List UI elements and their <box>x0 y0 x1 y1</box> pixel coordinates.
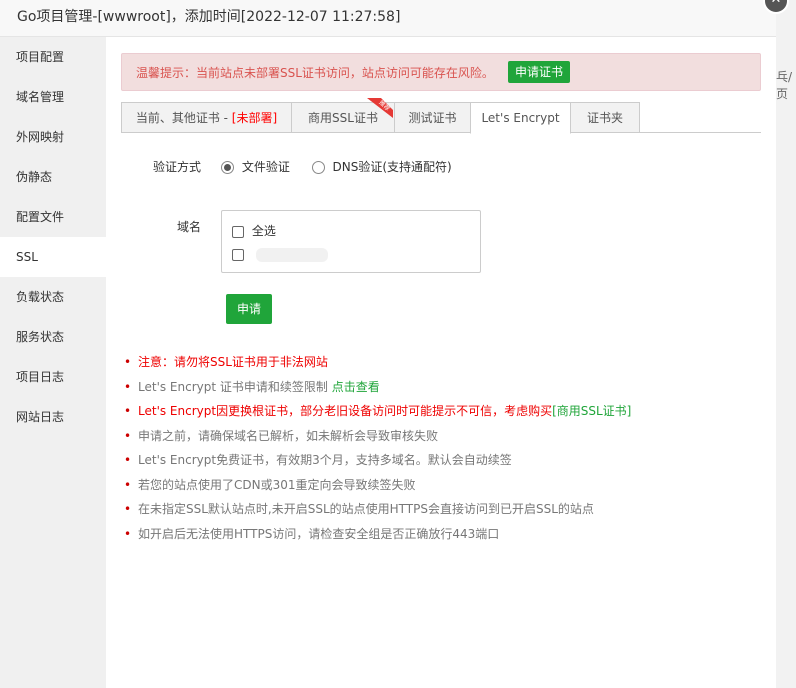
note-text: 在未指定SSL默认站点时,未开启SSL的站点使用HTTPS会直接访问到已开启SS… <box>138 502 594 516</box>
sidebar-item-domains[interactable]: 域名管理 <box>0 77 106 117</box>
dialog-title: Go项目管理-[wwwroot]，添加时间[2022-12-07 11:27:5… <box>0 0 776 37</box>
dns-verify-option[interactable]: DNS验证(支持通配符) <box>311 160 452 174</box>
recommend-badge: 推荐 <box>367 98 393 118</box>
sidebar-item-load-status[interactable]: 负载状态 <box>0 277 106 317</box>
sidebar-item-site-log[interactable]: 网站日志 <box>0 397 106 437</box>
domain-checkbox[interactable] <box>232 248 244 261</box>
sidebar: 项目配置 域名管理 外网映射 伪静态 配置文件 SSL 负载状态 服务状态 项目… <box>0 37 106 688</box>
sidebar-item-port-mapping[interactable]: 外网映射 <box>0 117 106 157</box>
ssl-panel: 温馨提示：当前站点未部署SSL证书访问，站点访问可能存在风险。 申请证书 当前、… <box>106 37 776 688</box>
sidebar-item-service-status[interactable]: 服务状态 <box>0 317 106 357</box>
list-item: 申请之前，请确保域名已解析，如未解析会导致审核失败 <box>124 426 764 451</box>
select-all-label: 全选 <box>251 224 276 238</box>
verify-method-options: 文件验证 DNS验证(支持通配符) <box>221 158 452 175</box>
sidebar-item-project-log[interactable]: 项目日志 <box>0 357 106 397</box>
sidebar-item-rewrite[interactable]: 伪静态 <box>0 157 106 197</box>
notes-list: 注意：请勿将SSL证书用于非法网站 Let's Encrypt 证书申请和续签限… <box>124 352 764 548</box>
commercial-ssl-link[interactable]: [商用SSL证书] <box>552 404 631 418</box>
sidebar-item-project-config[interactable]: 项目配置 <box>0 37 106 77</box>
tab-current-certificate[interactable]: 当前、其他证书 - [未部署] <box>121 102 292 133</box>
background-fragment-text: 乓/页 <box>776 70 793 101</box>
ssl-tabs: 当前、其他证书 - [未部署] 商用SSL证书 推荐 测试证书 Let's En… <box>121 98 761 134</box>
sidebar-item-ssl[interactable]: SSL <box>0 237 106 277</box>
apply-certificate-button[interactable]: 申请证书 <box>507 61 570 83</box>
list-item: 注意：请勿将SSL证书用于非法网站 <box>124 352 764 377</box>
file-verify-label: 文件验证 <box>241 160 290 174</box>
note-text: Let's Encrypt 证书申请和续签限制 <box>138 379 332 394</box>
dns-verify-label: DNS验证(支持通配符) <box>332 160 452 174</box>
list-item: 在未指定SSL默认站点时,未开启SSL的站点使用HTTPS会直接访问到已开启SS… <box>124 499 764 524</box>
note-text: 如开启后无法使用HTTPS访问，请检查安全组是否正确放行443端口 <box>138 526 500 541</box>
not-deployed-tag: [未部署] <box>231 111 278 125</box>
note-text: 注意：请勿将SSL证书用于非法网站 <box>138 355 328 369</box>
note-text: Let's Encrypt免费证书，有效期3个月，支持多域名。默认会自动续签 <box>138 453 512 467</box>
note-text: 申请之前，请确保域名已解析，如未解析会导致审核失败 <box>138 428 439 443</box>
note-text: 若您的站点使用了CDN或301重定向会导致续签失败 <box>138 477 416 492</box>
select-all-row[interactable]: 全选 <box>232 222 276 239</box>
note-text: Let's Encrypt因更换根证书，部分老旧设备访问时可能提示不可信，考虑购… <box>138 404 553 418</box>
file-verify-option[interactable]: 文件验证 <box>221 160 294 174</box>
list-item: Let's Encrypt因更换根证书，部分老旧设备访问时可能提示不可信，考虑购… <box>124 401 764 426</box>
select-all-checkbox[interactable] <box>232 225 244 238</box>
radio-icon[interactable] <box>311 161 325 174</box>
tab-label: 当前、其他证书 - <box>135 111 232 125</box>
tab-lets-encrypt[interactable]: Let's Encrypt <box>470 102 571 134</box>
domain-label: 域名 <box>176 220 201 234</box>
project-dialog: Go项目管理-[wwwroot]，添加时间[2022-12-07 11:27:5… <box>0 0 776 688</box>
domain-list: 全选 <box>221 210 481 273</box>
list-item: Let's Encrypt免费证书，有效期3个月，支持多域名。默认会自动续签 <box>124 450 764 475</box>
ssl-warning-alert: 温馨提示：当前站点未部署SSL证书访问，站点访问可能存在风险。 申请证书 <box>121 53 761 91</box>
tab-label: 证书夹 <box>586 111 623 125</box>
list-item: 如开启后无法使用HTTPS访问，请检查安全组是否正确放行443端口 <box>124 524 764 549</box>
sidebar-item-config-file[interactable]: 配置文件 <box>0 197 106 237</box>
list-item: 若您的站点使用了CDN或301重定向会导致续签失败 <box>124 475 764 500</box>
view-limits-link[interactable]: 点击查看 <box>332 380 380 394</box>
submit-apply-button[interactable]: 申请 <box>226 294 272 324</box>
tab-label: Let's Encrypt <box>481 111 560 125</box>
background-window-strip: 乓/页 <box>776 0 796 688</box>
radio-icon[interactable] <box>221 161 234 174</box>
tab-certificate-folder[interactable]: 证书夹 <box>570 102 640 133</box>
blurred-domain-name <box>255 247 328 262</box>
list-item: Let's Encrypt 证书申请和续签限制 点击查看 <box>124 377 764 402</box>
domain-row[interactable] <box>232 247 328 262</box>
verify-method-label: 验证方式 <box>152 160 201 174</box>
tab-label: 测试证书 <box>408 111 457 125</box>
alert-text: 温馨提示：当前站点未部署SSL证书访问，站点访问可能存在风险。 <box>136 65 494 80</box>
tab-test-certificate[interactable]: 测试证书 <box>394 102 471 133</box>
